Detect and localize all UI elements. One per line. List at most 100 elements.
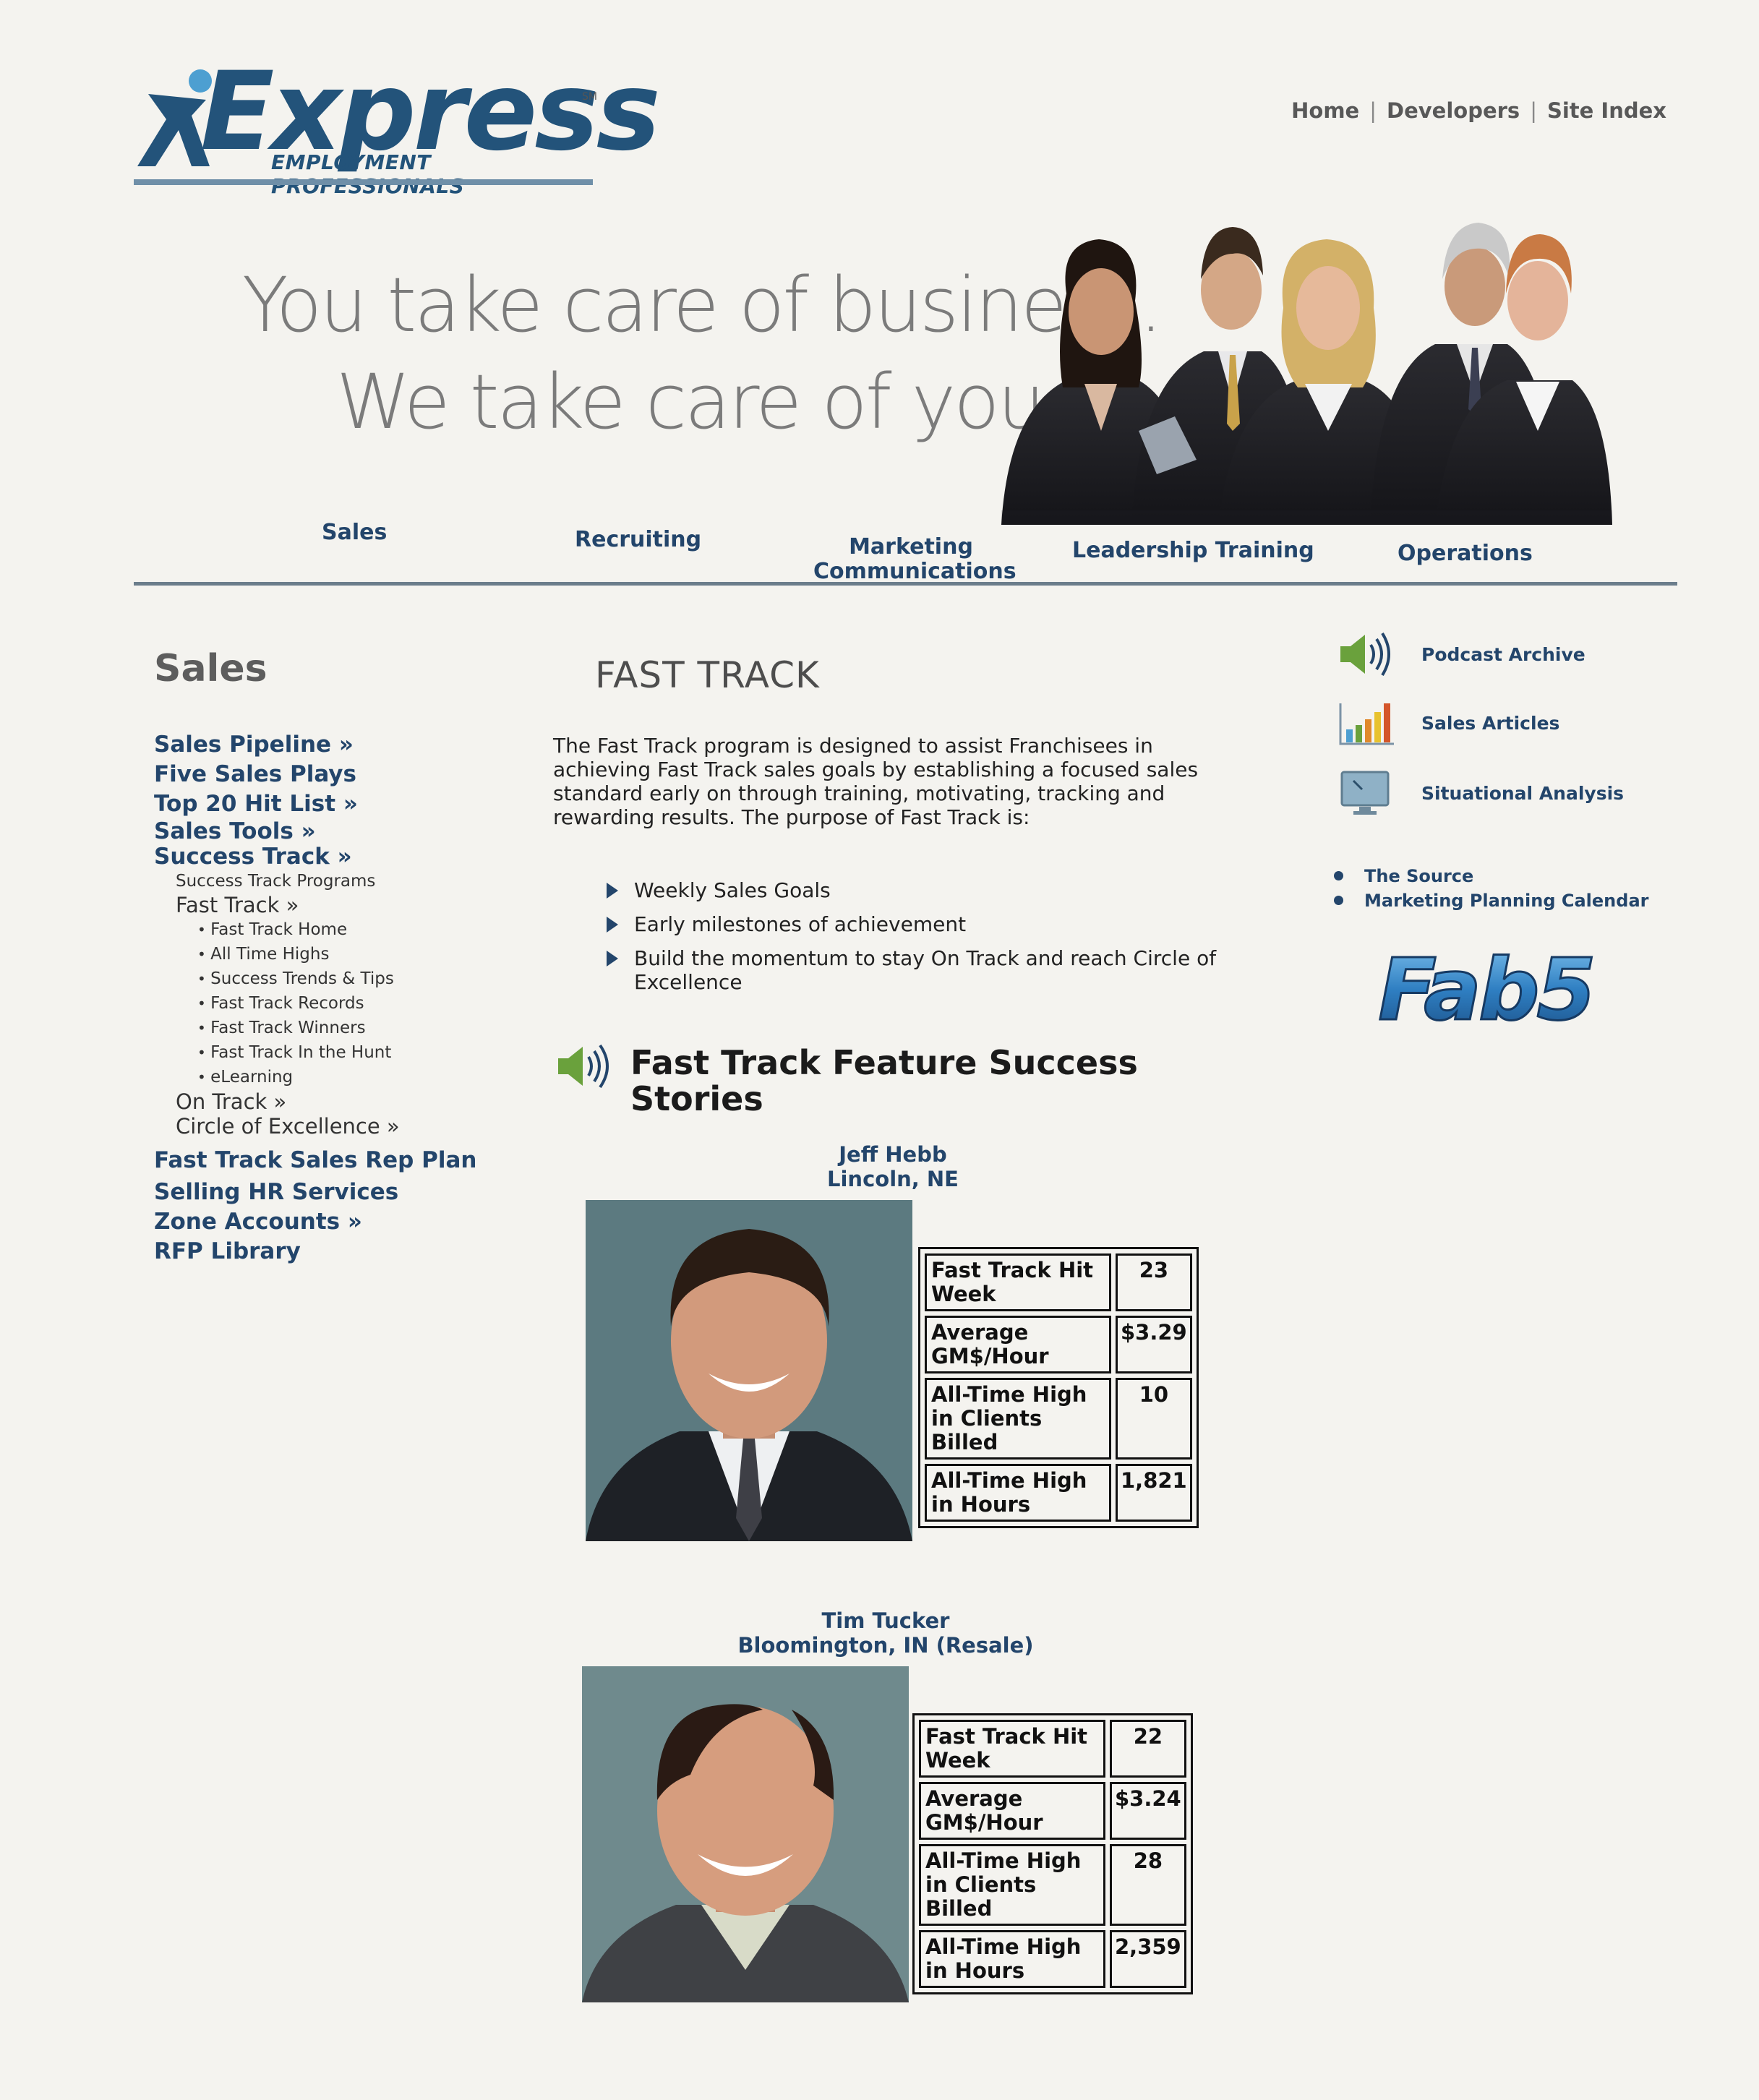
- nav-sales[interactable]: Sales: [322, 520, 387, 545]
- sidebar-nav: Sales Pipeline » Five Sales Plays Top 20…: [154, 730, 476, 1267]
- stat-label: All-Time High in Hours: [919, 1930, 1105, 1988]
- table-row: Fast Track Hit Week 23: [925, 1253, 1192, 1311]
- developers-link[interactable]: Developers: [1387, 98, 1520, 123]
- express-logo[interactable]: Express SM EMPLOYMENT PROFESSIONALS: [134, 58, 661, 198]
- sidebar-item-elearning[interactable]: eLearning: [154, 1065, 476, 1089]
- person-name-tim: Tim Tucker Bloomington, IN (Resale): [669, 1608, 1103, 1658]
- sidebar-item-fast-track-hunt[interactable]: Fast Track In the Hunt: [154, 1040, 476, 1065]
- stat-label: All-Time High in Clients Billed: [919, 1844, 1105, 1926]
- team-photo: [1001, 223, 1612, 525]
- marketing-planning-calendar-link[interactable]: Marketing Planning Calendar: [1334, 888, 1648, 913]
- list-item-text: Weekly Sales Goals: [634, 878, 831, 902]
- sidebar-item-sales-tools[interactable]: Sales Tools »: [154, 819, 476, 844]
- tim-tucker-photo: [582, 1666, 909, 2002]
- sidebar-item-top20-hit-list[interactable]: Top 20 Hit List »: [154, 789, 476, 819]
- separator: |: [1530, 98, 1537, 123]
- stat-label: Fast Track Hit Week: [925, 1253, 1111, 1311]
- sidebar-item-sales-pipeline[interactable]: Sales Pipeline »: [154, 730, 476, 760]
- sidebar-item-all-time-highs[interactable]: All Time Highs: [154, 942, 476, 967]
- triangle-bullet-icon: [607, 951, 618, 967]
- triangle-bullet-icon: [607, 883, 618, 899]
- person-name: Jeff Hebb: [839, 1142, 947, 1167]
- situational-analysis-link[interactable]: Situational Analysis: [1338, 768, 1624, 818]
- link-label: Podcast Archive: [1421, 643, 1585, 665]
- stat-label: Average GM$/Hour: [919, 1782, 1105, 1840]
- stat-value: 1,821: [1116, 1464, 1192, 1522]
- monitor-icon: [1340, 771, 1390, 815]
- sidebar-item-sales-rep-plan[interactable]: Fast Track Sales Rep Plan: [154, 1143, 476, 1178]
- list-item: Early milestones of achievement: [604, 912, 1254, 936]
- link-label: Sales Articles: [1421, 712, 1560, 734]
- stat-label: All-Time High in Clients Billed: [925, 1378, 1111, 1460]
- sidebar-item-five-sales-plays[interactable]: Five Sales Plays: [154, 760, 476, 789]
- logo-subtitle: EMPLOYMENT PROFESSIONALS: [271, 150, 465, 198]
- logo-underline: [134, 179, 593, 185]
- stat-label: Fast Track Hit Week: [919, 1720, 1105, 1778]
- list-item-text: Early milestones of achievement: [634, 912, 967, 936]
- sidebar-title: Sales: [154, 647, 268, 690]
- service-mark: SM: [582, 91, 597, 103]
- fab5-logo[interactable]: Fab5: [1363, 940, 1609, 1034]
- home-link[interactable]: Home: [1291, 98, 1359, 123]
- nav-divider: [134, 582, 1677, 586]
- stat-value: 22: [1110, 1720, 1186, 1778]
- sidebar-item-fast-track-home[interactable]: Fast Track Home: [154, 917, 476, 942]
- stat-value: $3.24: [1110, 1782, 1186, 1840]
- table-row: Average GM$/Hour $3.29: [925, 1316, 1192, 1373]
- sidebar-item-on-track[interactable]: On Track »: [154, 1089, 476, 1114]
- person-location: Bloomington, IN (Resale): [737, 1633, 1034, 1658]
- the-source-link[interactable]: The Source: [1334, 864, 1648, 888]
- stat-label: Average GM$/Hour: [925, 1316, 1111, 1373]
- stats-table-jeff: Fast Track Hit Week 23 Average GM$/Hour $3…: [918, 1247, 1199, 1528]
- separator: |: [1369, 98, 1377, 123]
- sidebar-item-zone-accounts[interactable]: Zone Accounts »: [154, 1207, 476, 1237]
- bar-chart-icon: [1339, 703, 1394, 745]
- sidebar-item-fast-track-records[interactable]: Fast Track Records: [154, 991, 476, 1016]
- nav-recruiting[interactable]: Recruiting: [575, 528, 701, 552]
- stat-value: 2,359: [1110, 1930, 1186, 1988]
- person-name: Tim Tucker: [821, 1608, 950, 1633]
- sidebar-item-rfp-library[interactable]: RFP Library: [154, 1237, 476, 1267]
- sidebar-item-fast-track-winners[interactable]: Fast Track Winners: [154, 1016, 476, 1040]
- top-links: Home | Developers | Site Index: [1291, 98, 1666, 123]
- nav-marketing-communications[interactable]: Marketing Communications: [813, 535, 1017, 584]
- list-item: Weekly Sales Goals: [604, 878, 1254, 902]
- sidebar-item-success-trends[interactable]: Success Trends & Tips: [154, 967, 476, 991]
- page-title: FAST TRACK: [595, 654, 820, 696]
- stat-value: $3.29: [1116, 1316, 1192, 1373]
- stat-value: 10: [1116, 1378, 1192, 1460]
- fab5-wordmark: Fab5: [1378, 940, 1593, 1034]
- table-row: All-Time High in Clients Billed 10: [925, 1378, 1192, 1460]
- stories-title: Fast Track Feature Success Stories: [630, 1043, 1138, 1118]
- list-item-text: Build the momentum to stay On Track and …: [634, 946, 1217, 994]
- sales-articles-link[interactable]: Sales Articles: [1338, 698, 1559, 748]
- sidebar-item-fast-track[interactable]: Fast Track »: [154, 893, 476, 917]
- sidebar-item-circle-of-excellence[interactable]: Circle of Excellence »: [154, 1114, 476, 1139]
- stat-value: 23: [1116, 1253, 1192, 1311]
- sidebar-item-success-track-programs[interactable]: Success Track Programs: [154, 870, 476, 893]
- speaker-icon: [1340, 632, 1390, 677]
- nav-operations[interactable]: Operations: [1398, 541, 1533, 566]
- link-label: Situational Analysis: [1421, 782, 1625, 804]
- list-item: Build the momentum to stay On Track and …: [604, 946, 1254, 994]
- stats-table-tim: Fast Track Hit Week 22 Average GM$/Hour $3…: [912, 1713, 1193, 1994]
- person-name-jeff: Jeff Hebb Lincoln, NE: [748, 1142, 1037, 1191]
- jeff-hebb-photo: [586, 1200, 912, 1541]
- speaker-icon[interactable]: [557, 1041, 611, 1092]
- table-row: Average GM$/Hour $3.24: [919, 1782, 1186, 1840]
- site-index-link[interactable]: Site Index: [1547, 98, 1666, 123]
- sidebar-item-success-track[interactable]: Success Track »: [154, 844, 476, 870]
- nav-leadership-training[interactable]: Leadership Training: [1072, 539, 1314, 563]
- stat-value: 28: [1110, 1844, 1186, 1926]
- sidebar-item-selling-hr[interactable]: Selling HR Services: [154, 1178, 476, 1207]
- purpose-list: Weekly Sales Goals Early milestones of a…: [604, 878, 1254, 1004]
- stat-label: All-Time High in Hours: [925, 1464, 1111, 1522]
- person-location: Lincoln, NE: [827, 1167, 959, 1191]
- table-row: All-Time High in Hours 2,359: [919, 1930, 1186, 1988]
- table-row: Fast Track Hit Week 22: [919, 1720, 1186, 1778]
- podcast-archive-link[interactable]: Podcast Archive: [1338, 629, 1585, 680]
- resource-links: The Source Marketing Planning Calendar: [1334, 864, 1648, 913]
- table-row: All-Time High in Clients Billed 28: [919, 1844, 1186, 1926]
- intro-paragraph: The Fast Track program is designed to as…: [553, 734, 1199, 829]
- triangle-bullet-icon: [607, 917, 618, 933]
